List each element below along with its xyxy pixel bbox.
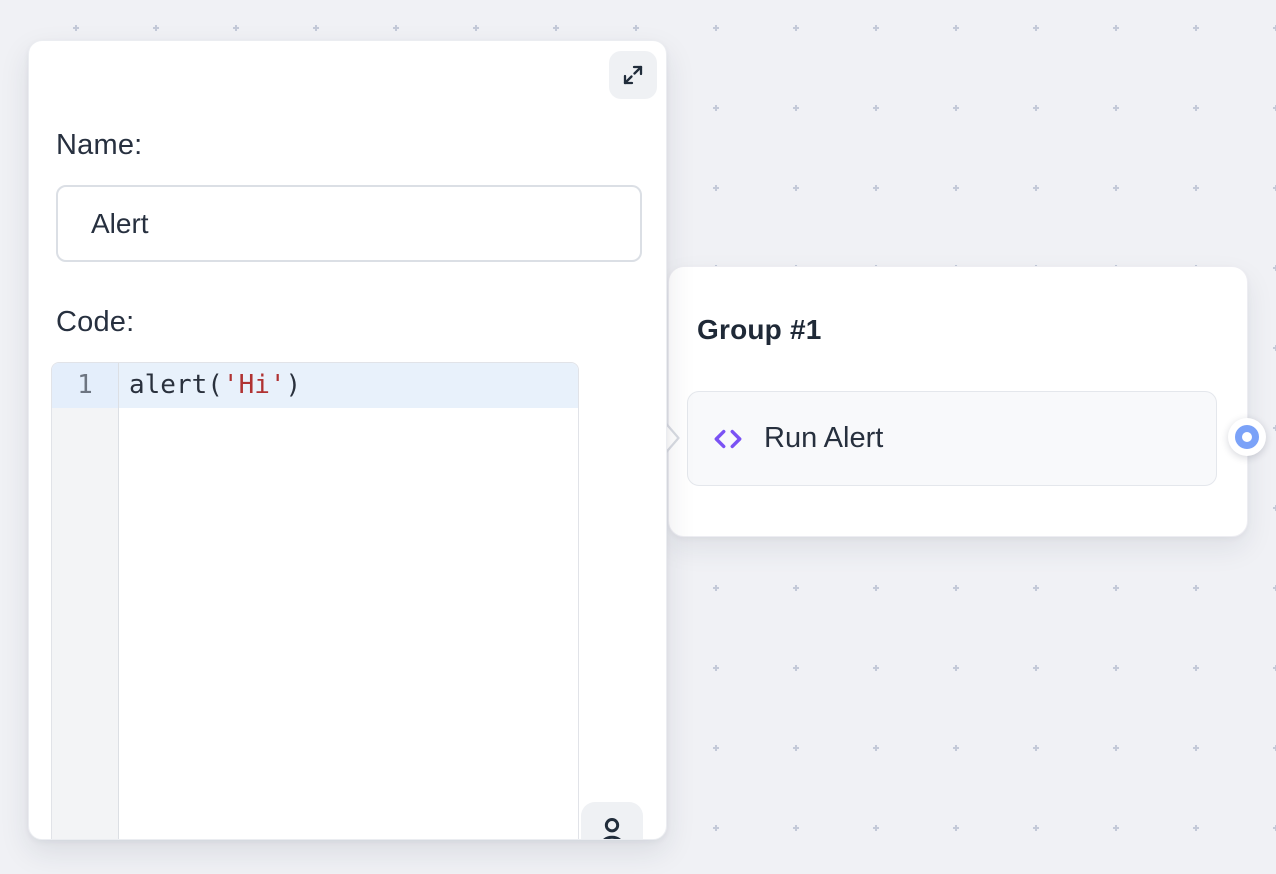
name-label: Name: <box>56 129 142 162</box>
expand-icon <box>620 62 646 88</box>
code-icon <box>712 426 744 452</box>
person-button[interactable] <box>581 802 643 840</box>
code-label: Code: <box>56 306 134 339</box>
line-number-gutter: 1 <box>52 363 119 840</box>
flow-canvas[interactable]: Name: Code: 1 alert('Hi') Group #1 <box>0 0 1276 874</box>
expand-button[interactable] <box>609 51 657 99</box>
node-output-handle[interactable] <box>1228 418 1266 456</box>
node-editor-panel: Name: Code: 1 alert('Hi') <box>28 40 667 840</box>
code-token-string: 'Hi' <box>223 370 286 400</box>
code-content[interactable]: alert('Hi') <box>119 363 578 840</box>
code-token: ) <box>286 370 302 400</box>
node-run-alert[interactable]: Run Alert <box>687 391 1217 486</box>
person-icon <box>595 813 629 840</box>
code-token: alert( <box>129 370 223 400</box>
code-editor[interactable]: 1 alert('Hi') <box>51 362 579 840</box>
connection-port-icon <box>1235 425 1259 449</box>
line-number: 1 <box>52 363 118 408</box>
name-input[interactable] <box>56 185 642 262</box>
group-title: Group #1 <box>697 314 822 346</box>
code-line: alert('Hi') <box>119 363 578 408</box>
group-card[interactable]: Group #1 Run Alert <box>668 266 1248 537</box>
node-label: Run Alert <box>764 422 883 455</box>
